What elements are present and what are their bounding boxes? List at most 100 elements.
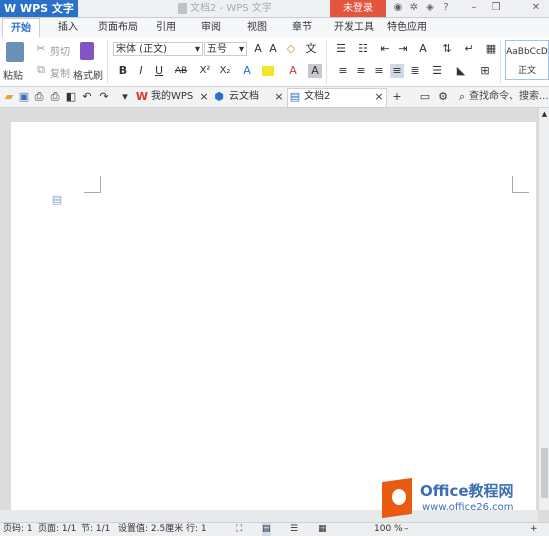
tab-insert[interactable]: 插入 [58,18,78,37]
numbered-list-icon[interactable]: ☷ [356,42,370,56]
justify-icon[interactable]: ≡ [390,64,404,78]
tab-review[interactable]: 审阅 [201,18,221,37]
view-page-icon[interactable]: ▤ [262,523,271,536]
customize-toolbar-icon[interactable]: ▾ [118,90,132,104]
copy-icon[interactable]: ⧉ [34,63,48,77]
align-right-icon[interactable]: ≡ [372,64,386,78]
view-web-icon[interactable]: ▦ [318,523,327,536]
cut-icon[interactable]: ✂ [34,42,48,56]
highlight-icon[interactable] [262,66,274,76]
restore-icon[interactable]: ❐ [490,2,502,14]
format-painter-button[interactable]: 格式刷 [73,67,103,82]
shrink-font-icon[interactable]: A [266,42,280,56]
line-spacing-icon[interactable]: ☰ [430,64,444,78]
table-icon[interactable]: ▦ [484,42,498,56]
search-icon: ⌕ [458,90,466,103]
output-pdf-icon[interactable]: ⎙ [32,90,46,104]
minimize-icon[interactable]: – [468,2,480,14]
paragraph-icon[interactable]: ▤ [50,193,64,207]
italic-icon[interactable]: I [134,64,148,78]
theme-icon[interactable]: ◈ [424,2,436,14]
format-painter-icon[interactable] [80,42,94,60]
align-center-icon[interactable]: ≡ [354,64,368,78]
align-left-icon[interactable]: ≡ [336,64,350,78]
print-preview-icon[interactable]: ◧ [64,90,78,104]
tab-home[interactable]: 开始 [2,18,40,38]
font-color-icon[interactable]: A [286,64,300,78]
save-icon[interactable]: ▣ [17,90,31,104]
font-size-value: 五号 [207,44,227,55]
char-shading-icon[interactable]: A [308,64,322,78]
font-size-select[interactable]: 五号 ▾ [204,42,247,56]
tab-current-doc[interactable]: 文档2 [304,89,330,105]
grow-font-icon[interactable]: A [251,42,265,56]
view-full-icon[interactable]: ⛶ [236,523,242,536]
status-bar: 页码: 1 页面: 1/1 节: 1/1 设置值: 2.5厘米 行: 1 ⛶ ▤… [0,522,549,536]
show-marks-icon[interactable]: ↵ [462,42,476,56]
style-normal[interactable]: AaBbCcD 正文 [505,40,549,80]
redo-icon[interactable]: ↷ [97,90,111,104]
phonetic-icon[interactable]: 文 [304,42,318,56]
border-icon[interactable]: ⊞ [478,64,492,78]
help-icon[interactable]: ? [440,2,452,14]
new-tab-icon[interactable]: + [390,90,404,104]
wps-icon: W [135,90,149,103]
subscript-icon[interactable]: X₂ [218,64,232,78]
tab-cloud-doc[interactable]: 云文档 [229,89,259,105]
zoom-in-icon[interactable]: + [530,523,538,536]
strikethrough-icon[interactable]: AB [174,64,188,78]
search-commands-input[interactable]: 查找命令、搜索... [469,89,549,105]
vertical-scrollbar[interactable]: ▲ [538,108,549,510]
ribbon-tabs [0,18,549,37]
comment-icon[interactable]: ▭ [418,90,432,104]
tab-references[interactable]: 引用 [156,18,176,37]
status-pages: 页面: 1/1 [38,524,77,534]
close-tab-icon[interactable]: × [272,90,286,104]
text-effect-icon[interactable]: A [240,64,254,78]
sort-icon[interactable]: ⇅ [440,42,454,56]
undo-icon[interactable]: ↶ [80,90,94,104]
close-tab-icon[interactable]: × [197,90,211,104]
tab-my-wps[interactable]: 我的WPS [151,89,193,105]
paste-button[interactable]: 粘贴 [3,67,23,82]
superscript-icon[interactable]: X² [198,64,212,78]
cut-button[interactable]: 剪切 [50,43,70,58]
underline-icon[interactable]: U [152,64,166,78]
skin-icon[interactable]: ◉ [392,2,404,14]
settings-icon[interactable]: ⚙ [436,90,450,104]
settings-icon[interactable]: ✲ [408,2,420,14]
open-folder-icon[interactable]: ▰ [2,90,16,104]
zoom-out-icon[interactable]: – [404,523,409,536]
clear-format-icon[interactable]: ◇ [284,42,298,56]
decrease-indent-icon[interactable]: ⇤ [378,42,392,56]
office-logo-mark [392,489,406,505]
chevron-down-icon: ▾ [238,44,244,55]
tab-chapter[interactable]: 章节 [292,18,312,37]
tab-page-layout[interactable]: 页面布局 [98,18,138,37]
increase-indent-icon[interactable]: ⇥ [396,42,410,56]
copy-button[interactable]: 复制 [50,65,70,80]
style-name: 正文 [517,66,536,76]
app-menu-button[interactable]: W WPS 文字 ▾ [0,0,78,31]
scroll-up-icon[interactable]: ▲ [541,110,549,118]
close-tab-icon[interactable]: × [372,90,386,104]
divider [107,40,108,84]
chevron-down-icon: ▾ [194,44,200,55]
tab-special[interactable]: 特色应用 [387,18,427,37]
chinese-layout-icon[interactable]: A [416,42,430,56]
cloud-doc-icon: ⬢ [214,90,224,103]
tab-developer[interactable]: 开发工具 [334,18,374,37]
view-outline-icon[interactable]: ☰ [290,523,298,536]
shading-icon[interactable]: ◣ [454,64,468,78]
status-zoom[interactable]: 100 % [374,523,403,536]
login-button[interactable]: 未登录 [330,0,386,17]
paste-icon[interactable] [6,42,24,62]
bold-icon[interactable]: B [116,64,130,78]
print-icon[interactable]: ⎙ [48,90,62,104]
bullet-list-icon[interactable]: ☰ [334,42,348,56]
close-icon[interactable]: ✕ [530,2,542,14]
distribute-icon[interactable]: ≣ [408,64,422,78]
status-setting: 设置值: 2.5厘米 [118,524,184,534]
tab-view[interactable]: 视图 [247,18,267,37]
font-name-select[interactable]: 宋体 (正文) ▾ [113,42,203,56]
